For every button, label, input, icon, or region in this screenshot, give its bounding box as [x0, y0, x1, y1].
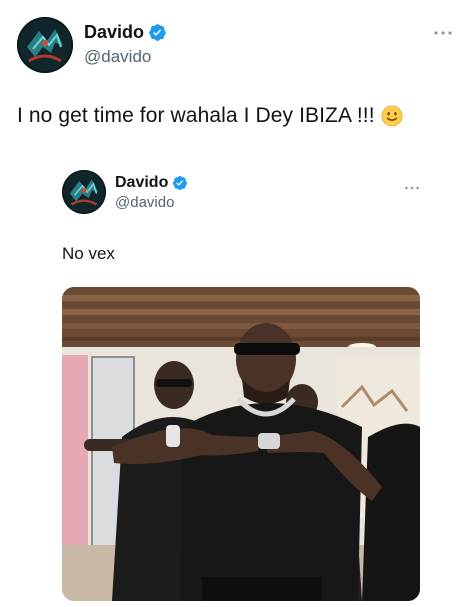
slightly-smiling-face-icon: [381, 105, 403, 127]
author-name-text[interactable]: Davido: [84, 22, 144, 43]
author-handle[interactable]: @davido: [84, 47, 151, 67]
verified-badge-icon: [172, 175, 188, 191]
quoted-author-name[interactable]: Davido: [115, 174, 188, 192]
verified-badge-icon: [148, 23, 167, 42]
tweet: Davido @davido I no get time for wahala …: [0, 0, 461, 607]
more-options-icon[interactable]: [404, 179, 420, 190]
quoted-tweet-media[interactable]: [62, 287, 420, 601]
quoted-author-avatar[interactable]: [62, 170, 106, 214]
tweet-text: I no get time for wahala I Dey IBIZA !!!: [17, 104, 403, 128]
quoted-tweet-text: No vex: [62, 244, 115, 263]
tweet-text-content: I no get time for wahala I Dey IBIZA !!!: [17, 104, 375, 127]
quoted-author-handle[interactable]: @davido: [115, 194, 174, 211]
author-avatar[interactable]: [17, 17, 73, 73]
quoted-author-name-text[interactable]: Davido: [115, 174, 168, 192]
author-name[interactable]: Davido: [84, 22, 167, 43]
more-options-icon[interactable]: [433, 25, 453, 35]
